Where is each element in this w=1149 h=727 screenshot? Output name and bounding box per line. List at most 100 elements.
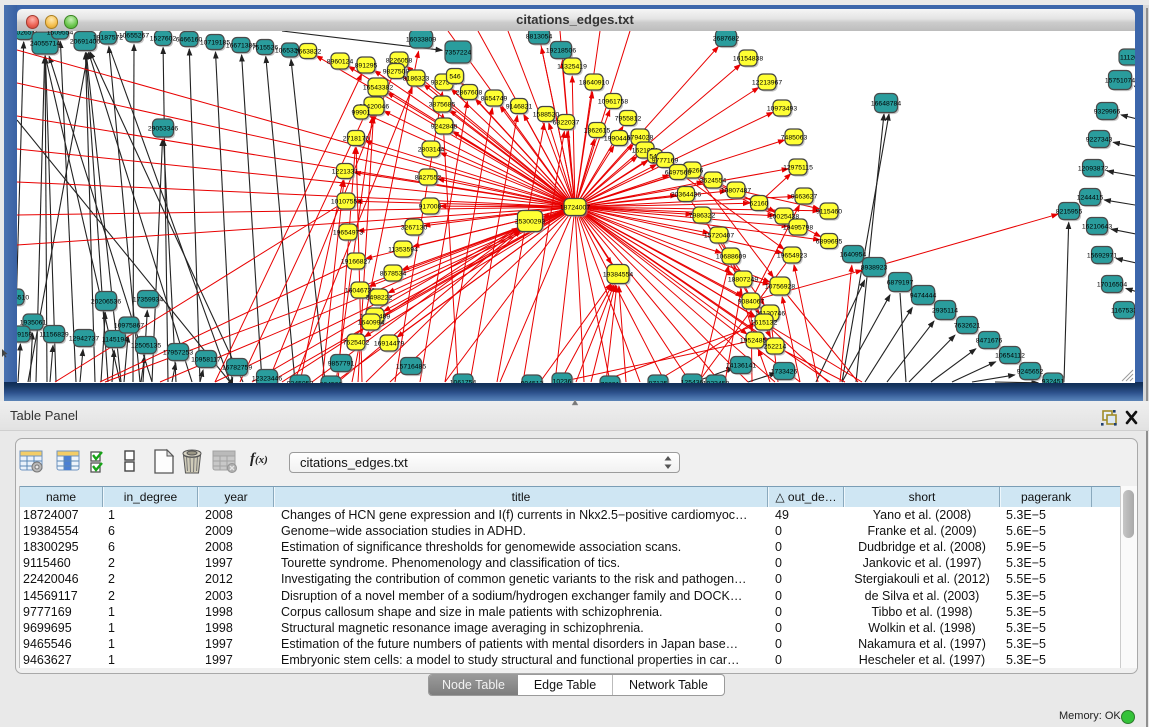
svg-text:18640910: 18640910 [579, 79, 609, 86]
svg-text:2687682: 2687682 [713, 35, 740, 42]
svg-text:8186323: 8186323 [403, 75, 430, 82]
svg-text:11325419: 11325419 [557, 63, 587, 70]
svg-text:19495798: 19495798 [783, 224, 813, 231]
svg-text:62160: 62160 [750, 200, 769, 207]
svg-text:1640994: 1640994 [358, 319, 385, 326]
svg-text:6794028: 6794028 [627, 134, 654, 141]
svg-text:15716485: 15716485 [396, 363, 426, 370]
svg-text:3498222: 3498222 [366, 294, 393, 301]
svg-text:29053346: 29053346 [148, 125, 178, 132]
svg-text:7986322: 7986322 [689, 212, 716, 219]
svg-text:2935114: 2935114 [932, 307, 958, 314]
svg-text:12942737: 12942737 [69, 335, 99, 342]
svg-text:9777169: 9777169 [652, 157, 679, 164]
svg-text:6899695: 6899695 [816, 238, 843, 245]
svg-text:24055714: 24055714 [30, 40, 60, 47]
svg-text:1061754: 1061754 [450, 379, 477, 383]
svg-text:12213967: 12213967 [752, 79, 782, 86]
svg-text:19654923: 19654923 [777, 252, 807, 259]
svg-text:8678534: 8678534 [380, 270, 407, 277]
svg-text:252214: 252214 [764, 343, 787, 350]
svg-text:26206510: 26206510 [17, 294, 29, 301]
svg-text:9115460: 9115460 [816, 208, 842, 215]
svg-text:10973493: 10973493 [767, 105, 797, 112]
svg-text:9245052: 9245052 [287, 380, 314, 383]
svg-text:7485063: 7485063 [781, 134, 808, 141]
svg-text:9242848: 9242848 [431, 123, 458, 130]
svg-text:1145194: 1145194 [102, 336, 128, 343]
svg-text:125436: 125436 [681, 379, 704, 383]
svg-text:1640954: 1640954 [840, 251, 867, 258]
svg-text:7632621: 7632621 [954, 322, 981, 329]
svg-text:1244415: 1244415 [1077, 194, 1104, 201]
svg-text:9245652: 9245652 [1017, 368, 1044, 375]
svg-text:932451: 932451 [1042, 378, 1065, 383]
svg-text:7625402: 7625402 [343, 339, 370, 346]
svg-text:19166827: 19166827 [341, 258, 371, 265]
svg-text:6879197: 6879197 [887, 279, 914, 286]
svg-text:10654112: 10654112 [995, 352, 1025, 359]
svg-text:8454749: 8454749 [481, 95, 508, 102]
svg-text:99901: 99901 [352, 109, 371, 116]
svg-text:1527602: 1527602 [150, 35, 177, 42]
svg-text:17359934: 17359934 [133, 296, 163, 303]
svg-text:9329966: 9329966 [1094, 108, 1121, 115]
svg-text:12505135: 12505135 [131, 342, 161, 349]
svg-text:1362615: 1362615 [584, 127, 611, 134]
svg-text:10655267: 10655267 [119, 32, 149, 39]
svg-text:12093872: 12093872 [1078, 165, 1108, 172]
svg-text:16033809: 16033809 [406, 36, 436, 43]
svg-text:939159: 939159 [17, 331, 33, 338]
svg-text:20364436: 20364436 [671, 191, 701, 198]
svg-text:1023458: 1023458 [703, 380, 730, 383]
svg-text:7357224: 7357224 [445, 49, 472, 56]
svg-text:19218506: 19218506 [546, 47, 576, 54]
svg-text:11353594: 11353594 [388, 246, 418, 253]
svg-text:16914479: 16914479 [374, 340, 404, 347]
svg-text:16543382: 16543382 [363, 84, 393, 91]
svg-text:1935061: 1935061 [20, 319, 47, 326]
svg-text:2718170: 2718170 [343, 135, 370, 142]
svg-text:10961758: 10961758 [598, 98, 628, 105]
svg-text:12975115: 12975115 [783, 164, 813, 171]
svg-text:17016504: 17016504 [1097, 281, 1127, 288]
svg-text:17957253: 17957253 [163, 349, 193, 356]
svg-text:546: 546 [449, 73, 461, 80]
svg-text:7663822: 7663822 [295, 48, 322, 55]
svg-text:25300293: 25300293 [515, 218, 545, 225]
svg-text:12323446: 12323446 [252, 375, 282, 382]
svg-text:6497568: 6497568 [665, 169, 692, 176]
svg-text:16154838: 16154838 [733, 55, 763, 62]
svg-text:9227343: 9227343 [1086, 136, 1113, 143]
svg-text:1509554: 1509554 [47, 31, 74, 36]
svg-text:10107553: 10107553 [331, 198, 361, 205]
svg-text:9474444: 9474444 [910, 292, 937, 299]
svg-text:8471676: 8471676 [976, 337, 1003, 344]
svg-text:15720407: 15720407 [704, 232, 734, 239]
svg-text:1588520: 1588520 [533, 111, 560, 118]
svg-text:9084067: 9084067 [738, 298, 765, 305]
svg-text:3267130: 3267130 [401, 224, 428, 231]
svg-text:10236: 10236 [553, 378, 572, 383]
svg-text:10958117: 10958117 [191, 356, 221, 363]
svg-text:6322037: 6322037 [553, 119, 580, 126]
svg-text:20206536: 20206536 [91, 298, 121, 305]
svg-text:891295: 891295 [355, 62, 378, 69]
svg-text:9463627: 9463627 [791, 193, 818, 200]
svg-text:15751074: 15751074 [1105, 77, 1135, 84]
svg-text:824509: 824509 [320, 381, 343, 383]
svg-text:10756928: 10756928 [765, 283, 795, 290]
svg-text:6466160: 6466160 [176, 36, 203, 43]
svg-text:904512: 904512 [521, 380, 544, 383]
svg-text:7955812: 7955812 [615, 115, 642, 122]
svg-text:9857791: 9857791 [328, 360, 355, 367]
svg-text:2867608: 2867608 [456, 89, 483, 96]
svg-text:1615132: 1615132 [751, 319, 778, 326]
svg-text:8215955: 8215955 [1056, 208, 1083, 215]
svg-text:76231: 76231 [601, 381, 620, 383]
svg-text:8938923: 8938923 [861, 264, 888, 271]
svg-text:8813054: 8813054 [526, 33, 553, 40]
svg-text:8960124: 8960124 [327, 58, 354, 65]
svg-text:87125: 87125 [649, 380, 668, 383]
svg-text:9146821: 9146821 [506, 103, 533, 110]
